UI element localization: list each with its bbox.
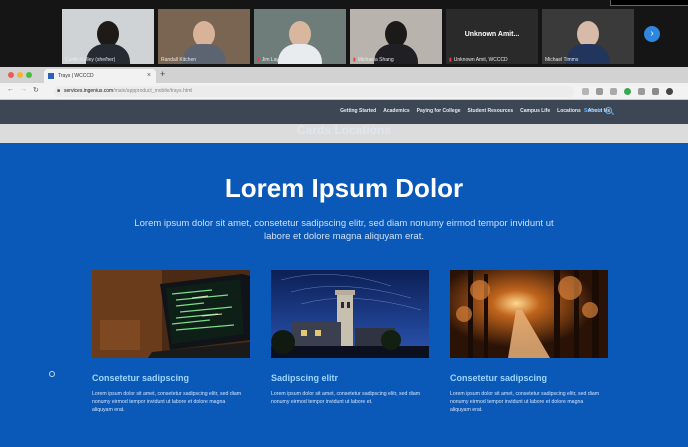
nav-campus-life[interactable]: Campus Life	[520, 108, 550, 114]
card-text: Lorem ipsum dolor sit amet, consetetur s…	[271, 391, 421, 405]
minimize-window-button[interactable]	[17, 72, 23, 78]
close-tab-icon[interactable]: ×	[147, 69, 151, 83]
site-navigation: Getting Started Academics Paying for Col…	[0, 100, 688, 124]
new-tab-button[interactable]: +	[160, 69, 165, 79]
participant-tile-2[interactable]: Randall Kitchen	[158, 9, 250, 64]
campus-tower-night-photo	[271, 270, 429, 358]
extension-icon[interactable]	[610, 88, 617, 95]
card-3[interactable]: Consetetur sadipscing Lorem ipsum dolor …	[450, 270, 608, 414]
nav-academics[interactable]: Academics	[383, 108, 409, 114]
extension-icon[interactable]	[582, 88, 589, 95]
card-1[interactable]: Consetetur sadipscing Lorem ipsum dolor …	[92, 270, 250, 414]
extension-icon[interactable]	[596, 88, 603, 95]
mouse-cursor	[49, 371, 55, 377]
hero-title: Lorem Ipsum Dolor	[224, 173, 464, 203]
card-2[interactable]: Sadipscing elitr Lorem ipsum dolor sit a…	[271, 270, 429, 406]
favicon-icon	[48, 73, 54, 79]
extension-icon[interactable]	[638, 88, 645, 95]
card-text: Lorem ipsum dolor sit amet, consetetur s…	[92, 391, 242, 413]
nav-student-resources[interactable]: Student Resources	[468, 108, 514, 114]
profile-avatar[interactable]	[666, 88, 673, 95]
participant-name-3: ▮ Jim Lay	[257, 57, 279, 63]
participant-tile-6[interactable]: Michael Timms	[542, 9, 634, 64]
maximize-window-button[interactable]	[26, 72, 32, 78]
participant-tile-1[interactable]: Caitlin Kelley (she/her)	[62, 9, 154, 64]
chevron-right-icon: ›	[650, 28, 654, 39]
participant-tile-4[interactable]: ▮ Michaela Shang	[350, 9, 442, 64]
video-call-strip: Caitlin Kelley (she/her) Randall Kitchen…	[0, 0, 688, 67]
participant-name-6: Michael Timms	[545, 57, 579, 63]
browser-window: Trays | WCCCD × + ← → ↻ ■ services.ingen…	[0, 67, 688, 447]
hero-section: Lorem Ipsum Dolor Lorem ipsum dolor sit …	[0, 143, 688, 447]
card-title[interactable]: Consetetur sadipscing	[92, 373, 250, 383]
browser-tab[interactable]: Trays | WCCCD ×	[44, 69, 156, 83]
search-icon[interactable]	[605, 107, 612, 114]
participant-tile-3[interactable]: ▮ Jim Lay	[254, 9, 346, 64]
participant-video-3	[278, 21, 322, 64]
nav-paying-for-college[interactable]: Paying for College	[417, 108, 461, 114]
autumn-path-photo	[450, 270, 608, 358]
back-arrow-icon[interactable]: ←	[7, 86, 14, 93]
url-path: /main/appproduct_mobile/trays.html	[113, 88, 193, 94]
participant-name-2: Randall Kitchen	[161, 57, 197, 63]
window-corner	[610, 0, 688, 6]
extension-icon[interactable]	[652, 88, 659, 95]
forward-arrow-icon[interactable]: →	[20, 86, 27, 93]
extension-icon[interactable]	[624, 88, 631, 95]
nav-search-link[interactable]: Search	[584, 108, 601, 114]
page-heading: Cards Locations	[296, 123, 392, 137]
mic-muted-icon: ▮	[449, 57, 452, 63]
tab-title: Trays | WCCCD	[58, 73, 94, 79]
mic-muted-icon: ▮	[257, 57, 260, 63]
url-domain: services.ingenius.com	[64, 88, 114, 94]
close-window-button[interactable]	[8, 72, 14, 78]
participant-tile-5[interactable]: Unknown Amit... ▮ Unknown Amit, WCCCD	[446, 9, 538, 64]
lock-icon: ■	[57, 88, 61, 94]
mic-muted-icon: ▮	[353, 57, 356, 63]
nav-getting-started[interactable]: Getting Started	[340, 108, 376, 114]
participant-placeholder-label: Unknown Amit...	[464, 31, 520, 38]
participant-name-4: ▮ Michaela Shang	[353, 57, 394, 63]
participant-name-1: Caitlin Kelley (she/her)	[65, 57, 116, 63]
next-participants-button[interactable]: ›	[644, 26, 660, 42]
tab-bar: Trays | WCCCD × +	[0, 67, 688, 83]
card-text: Lorem ipsum dolor sit amet, consetetur s…	[450, 391, 600, 413]
participant-name-5: ▮ Unknown Amit, WCCCD	[449, 57, 508, 63]
card-title[interactable]: Consetetur sadipscing	[450, 373, 608, 383]
card-title[interactable]: Sadipscing elitr	[271, 373, 429, 383]
hero-text: Lorem ipsum dolor sit amet, consetetur s…	[134, 218, 554, 242]
nav-locations[interactable]: Locations	[557, 108, 581, 114]
laptop-code-photo	[92, 270, 250, 358]
address-bar: ← → ↻ ■ services.ingenius.com/main/apppr…	[0, 83, 688, 100]
url-field[interactable]: ■ services.ingenius.com/main/appproduct_…	[54, 86, 574, 97]
reload-icon[interactable]: ↻	[33, 86, 39, 94]
